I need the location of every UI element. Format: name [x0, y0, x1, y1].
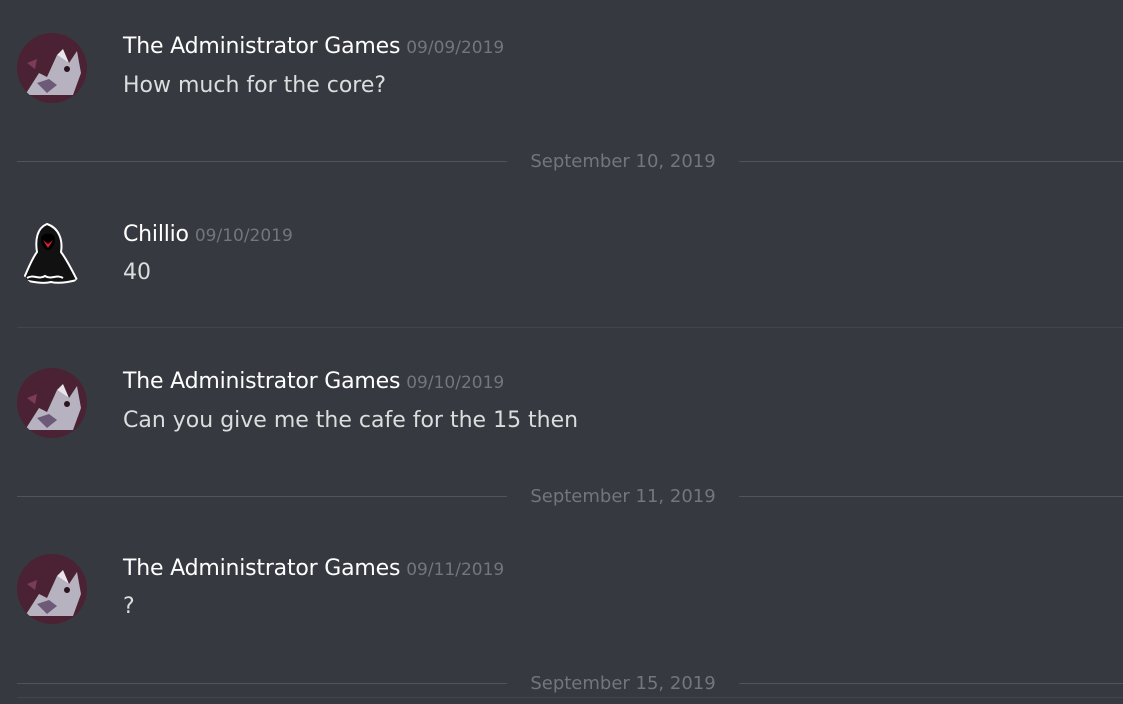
date-divider-label: September 15, 2019 — [530, 673, 716, 694]
timestamp: 09/10/2019 — [406, 373, 505, 393]
divider-line — [739, 683, 1123, 684]
avatar[interactable] — [17, 220, 87, 290]
message-header: Chillio 09/10/2019 — [123, 222, 293, 247]
author-name[interactable]: The Administrator Games — [123, 556, 400, 581]
date-divider: September 15, 2019 — [17, 672, 1123, 696]
hooded-figure-avatar-icon — [17, 220, 87, 290]
purple-wolf-avatar-icon — [17, 554, 87, 624]
purple-wolf-avatar-icon — [17, 368, 87, 438]
divider-line — [17, 161, 507, 162]
author-name[interactable]: The Administrator Games — [123, 369, 400, 394]
message-header: The Administrator Games 09/09/2019 — [123, 34, 504, 59]
divider-line — [17, 683, 507, 684]
avatar[interactable] — [17, 554, 87, 624]
divider-line — [739, 161, 1123, 162]
timestamp: 09/11/2019 — [406, 560, 505, 580]
author-name[interactable]: Chillio — [123, 222, 189, 247]
message-content: 40 — [123, 260, 151, 285]
date-divider-label: September 11, 2019 — [530, 486, 716, 507]
message-separator — [17, 697, 1123, 698]
message-separator — [17, 327, 1123, 328]
purple-wolf-avatar-icon — [17, 33, 87, 103]
message-content: ? — [123, 594, 135, 619]
timestamp: 09/10/2019 — [194, 226, 293, 246]
chat-messages: The Administrator Games 09/09/2019 How mu… — [0, 0, 1123, 704]
message-content: Can you give me the cafe for the 15 then — [123, 408, 579, 433]
message-item: The Administrator Games 09/11/2019 ? — [0, 522, 1123, 672]
message-header: The Administrator Games 09/10/2019 — [123, 369, 504, 394]
avatar[interactable] — [17, 368, 87, 438]
avatar[interactable] — [17, 33, 87, 103]
date-divider-label: September 10, 2019 — [530, 151, 716, 172]
timestamp: 09/09/2019 — [406, 38, 505, 58]
message-item: The Administrator Games 09/09/2019 How mu… — [0, 0, 1123, 140]
message-item: The Administrator Games 09/10/2019 Can yo… — [0, 335, 1123, 485]
divider-line — [17, 496, 507, 497]
date-divider: September 10, 2019 — [17, 150, 1123, 174]
message-header: The Administrator Games 09/11/2019 — [123, 556, 504, 581]
message-content: How much for the core? — [123, 73, 387, 98]
author-name[interactable]: The Administrator Games — [123, 34, 400, 59]
date-divider: September 11, 2019 — [17, 485, 1123, 509]
message-item: Chillio 09/10/2019 40 — [0, 190, 1123, 328]
divider-line — [739, 496, 1123, 497]
